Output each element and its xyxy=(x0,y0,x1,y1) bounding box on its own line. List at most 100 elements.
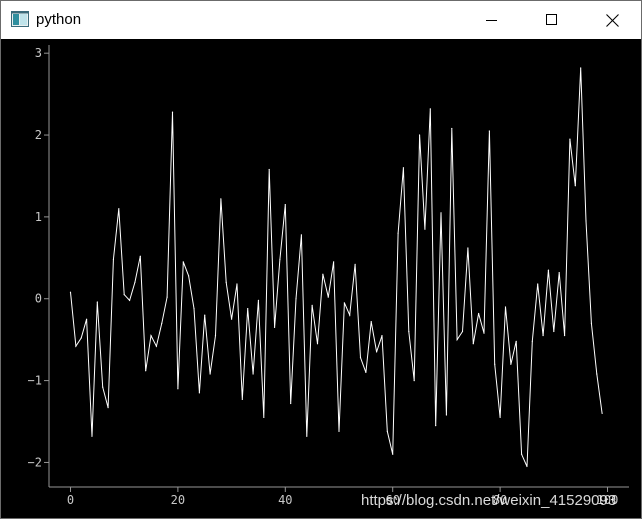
data-point xyxy=(359,357,362,359)
data-point xyxy=(145,370,147,372)
data-point xyxy=(236,283,238,285)
data-point xyxy=(177,388,179,390)
data-point xyxy=(413,379,415,382)
y-tick-label: −2 xyxy=(28,455,42,469)
data-point xyxy=(585,220,587,222)
data-point xyxy=(322,273,324,275)
data-point xyxy=(451,127,453,130)
data-point xyxy=(204,314,206,316)
data-point xyxy=(300,234,303,236)
data-point xyxy=(574,185,576,187)
data-point xyxy=(225,281,227,283)
data-point xyxy=(193,307,195,310)
data-point xyxy=(166,296,168,298)
data-point xyxy=(440,212,442,214)
y-tick-label: 2 xyxy=(35,128,42,142)
data-point xyxy=(520,453,523,455)
data-point xyxy=(85,318,88,320)
data-point xyxy=(392,453,394,455)
data-point xyxy=(263,416,265,419)
y-tick-label: −1 xyxy=(28,374,42,388)
data-point xyxy=(306,435,308,437)
x-tick-label: 20 xyxy=(171,493,185,507)
window-title: python xyxy=(36,11,82,28)
title-bar[interactable]: python xyxy=(1,1,641,39)
data-point xyxy=(354,263,356,265)
y-tick-label: 0 xyxy=(35,292,42,306)
data-point xyxy=(504,306,507,308)
close-icon xyxy=(605,13,619,27)
data-point xyxy=(547,269,550,271)
data-point xyxy=(295,298,297,300)
data-point xyxy=(537,283,539,285)
data-point xyxy=(478,312,480,315)
data-point xyxy=(279,258,281,261)
data-point xyxy=(408,330,410,333)
data-point xyxy=(601,412,603,414)
data-point xyxy=(569,138,571,140)
plot-widget[interactable]: −2 −1 0 1 2 3 0 20 40 60 80 100 https://blog.csdn.n… xyxy=(1,39,641,518)
close-button[interactable] xyxy=(589,1,635,39)
data-point xyxy=(494,363,496,365)
data-point xyxy=(467,247,469,249)
data-point xyxy=(596,373,598,375)
data-point xyxy=(80,337,82,339)
y-tick-label: 1 xyxy=(35,210,42,224)
data-point xyxy=(349,314,351,316)
data-point xyxy=(69,291,72,293)
data-point xyxy=(139,255,141,257)
data-point xyxy=(220,198,222,200)
maximize-icon xyxy=(546,14,557,25)
data-point xyxy=(284,204,286,206)
app-window: python −2 −1 0 1 2 3 0 20 40 60 80 100 https://blog… xyxy=(0,0,642,519)
data-point xyxy=(91,435,93,437)
data-point xyxy=(445,414,448,416)
minimize-icon xyxy=(486,20,497,21)
x-tick-label: 40 xyxy=(278,493,292,507)
data-point xyxy=(461,330,464,333)
data-point xyxy=(429,108,431,110)
data-point xyxy=(483,332,485,334)
x-tick-label: 0 xyxy=(67,493,74,507)
data-point xyxy=(510,363,512,365)
data-point xyxy=(435,425,437,427)
data-point xyxy=(472,343,474,345)
data-point xyxy=(526,465,528,468)
data-point xyxy=(107,407,109,409)
y-tick-label: 3 xyxy=(35,46,42,60)
data-point xyxy=(418,134,421,136)
data-point xyxy=(214,334,217,337)
data-point xyxy=(311,304,313,306)
axes: −2−101230 20 40 60 80 100 xyxy=(28,45,629,507)
data-point xyxy=(134,281,136,283)
data-point xyxy=(128,299,131,301)
data-point xyxy=(75,345,77,347)
data-point xyxy=(182,261,184,263)
data-point xyxy=(241,398,243,401)
data-point xyxy=(381,334,383,337)
data-point xyxy=(230,318,233,320)
data-point xyxy=(273,326,276,328)
data-point xyxy=(247,307,249,310)
data-point xyxy=(316,343,319,345)
data-point xyxy=(488,130,490,132)
data-point xyxy=(531,340,533,342)
data-point xyxy=(590,322,593,324)
data-point xyxy=(161,322,163,324)
data-point xyxy=(198,392,200,394)
line-chart: −2−101230 20 40 60 80 100 https://blog.csdn.n… xyxy=(28,45,629,509)
minimize-button[interactable] xyxy=(469,1,515,39)
data-point xyxy=(397,232,399,234)
data-point xyxy=(209,373,211,375)
data-point xyxy=(96,301,98,303)
data-point xyxy=(558,271,560,274)
data-point xyxy=(171,111,174,113)
data-point xyxy=(333,261,335,263)
data-point xyxy=(118,208,120,210)
data-point xyxy=(365,371,367,374)
maximize-button[interactable] xyxy=(529,1,575,39)
data-point xyxy=(327,296,329,298)
data-point xyxy=(553,330,555,333)
qt-app-icon xyxy=(11,11,29,27)
data-point xyxy=(343,302,345,304)
